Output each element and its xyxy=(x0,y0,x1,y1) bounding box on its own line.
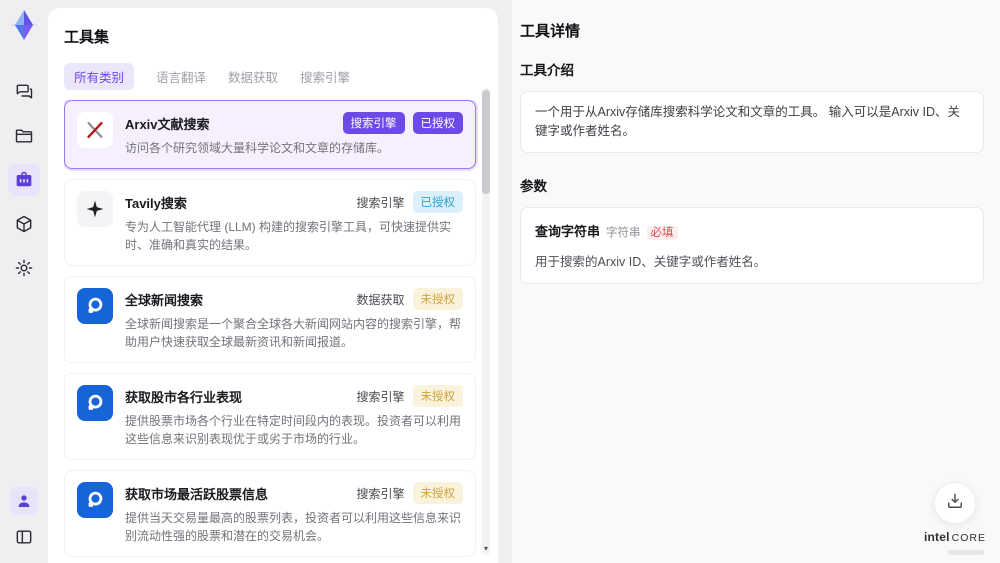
news-icon xyxy=(77,385,113,421)
brand-decoration xyxy=(948,550,984,555)
news-icon xyxy=(77,482,113,518)
tool-badges: 搜索引擎 已授权 xyxy=(356,191,463,213)
app-logo-icon xyxy=(7,8,41,42)
tool-description: 全球新闻搜索是一个聚合全球各大新闻网站内容的搜索引擎，帮助用户快速获取全球最新资… xyxy=(125,317,462,349)
download-button[interactable] xyxy=(933,482,976,524)
tool-auth-badge: 已授权 xyxy=(412,112,463,134)
tool-details-panel: 工具详情 工具介绍 一个用于从Arxiv存储库搜索科学论文和文章的工具。 输入可… xyxy=(512,0,1000,563)
sidebar xyxy=(0,0,48,563)
tool-card-body: 获取股市各行业表现 搜索引擎 未授权 提供股票市场各个行业在特定时间段内的表现。… xyxy=(125,385,463,448)
parameter-type: 字符串 xyxy=(606,226,641,239)
parameter-header: 查询字符串 字符串 必填 xyxy=(535,221,969,241)
tool-auth-badge: 未授权 xyxy=(412,288,463,310)
tool-card[interactable]: Tavily搜索 搜索引擎 已授权 专为人工智能代理 (LLM) 构建的搜索引擎… xyxy=(64,179,476,266)
sidebar-bottom xyxy=(10,487,38,549)
tool-name: Arxiv文献搜索 xyxy=(125,116,210,132)
tool-name: Tavily搜索 xyxy=(125,195,187,211)
cube-icon[interactable] xyxy=(8,208,40,240)
tool-card-body: 获取市场最活跃股票信息 搜索引擎 未授权 提供当天交易量最高的股票列表，投资者可… xyxy=(125,482,463,545)
tool-name: 全球新闻搜索 xyxy=(125,292,204,308)
tool-category-badge: 搜索引擎 xyxy=(356,389,405,404)
collapse-panel-icon[interactable] xyxy=(12,525,36,549)
tool-card-body: Arxiv文献搜索 搜索引擎 已授权 访问各个研究领域大量科学论文和文章的存储库… xyxy=(125,112,463,157)
news-icon xyxy=(77,288,113,324)
scrollbar-down-arrow[interactable]: ▾ xyxy=(482,545,490,553)
folder-icon[interactable] xyxy=(8,120,40,152)
arxiv-icon xyxy=(77,112,113,148)
tool-name: 获取市场最活跃股票信息 xyxy=(125,486,269,502)
parameter-required-badge: 必填 xyxy=(646,225,678,240)
tool-list: Arxiv文献搜索 搜索引擎 已授权 访问各个研究领域大量科学论文和文章的存储库… xyxy=(64,100,498,563)
tab-0[interactable]: 所有类别 xyxy=(64,63,135,90)
parameter-name: 查询字符串 xyxy=(535,223,601,239)
download-icon xyxy=(945,491,965,516)
tool-badges: 数据获取 未授权 xyxy=(356,288,463,310)
tab-1[interactable]: 语言翻译 xyxy=(156,67,206,86)
params-heading: 参数 xyxy=(520,178,547,194)
gear-icon[interactable] xyxy=(8,252,40,284)
tool-intro-card: 一个用于从Arxiv存储库搜索科学论文和文章的工具。 输入可以是Arxiv ID… xyxy=(520,91,984,153)
tool-description: 访问各个研究领域大量科学论文和文章的存储库。 xyxy=(125,141,390,155)
corner-widget: intel CORE xyxy=(924,482,986,555)
tab-2[interactable]: 数据获取 xyxy=(228,67,278,86)
tool-badges: 搜索引擎 未授权 xyxy=(356,385,463,407)
tool-badges: 搜索引擎 未授权 xyxy=(356,482,463,504)
category-tabs: 所有类别 语言翻译 数据获取 搜索引擎 xyxy=(64,63,498,90)
parameter-description: 用于搜索的Arxiv ID、关键字或作者姓名。 xyxy=(535,254,767,269)
user-avatar-icon[interactable] xyxy=(10,487,38,515)
tool-card[interactable]: 获取市场最活跃股票信息 搜索引擎 未授权 提供当天交易量最高的股票列表，投资者可… xyxy=(64,470,476,557)
tab-3[interactable]: 搜索引擎 xyxy=(300,67,350,86)
tool-category-badge: 搜索引擎 xyxy=(342,112,405,134)
tool-card[interactable]: 获取股市各行业表现 搜索引擎 未授权 提供股票市场各个行业在特定时间段内的表现。… xyxy=(64,373,476,460)
intro-heading: 工具介绍 xyxy=(520,63,574,78)
tool-description: 提供股票市场各个行业在特定时间段内的表现。投资者可以利用这些信息来识别表现优于或… xyxy=(125,414,462,446)
intel-core-logo: intel CORE xyxy=(923,530,986,544)
tool-category-badge: 搜索引擎 xyxy=(356,486,405,501)
tool-auth-badge: 已授权 xyxy=(412,191,463,213)
tool-auth-badge: 未授权 xyxy=(412,482,463,504)
list-scrollbar[interactable]: ▾ xyxy=(482,88,490,555)
tool-description: 专为人工智能代理 (LLM) 构建的搜索引擎工具，可快速提供实时、准确和真实的结… xyxy=(125,220,452,252)
tool-category-badge: 搜索引擎 xyxy=(356,195,405,210)
tool-badges: 搜索引擎 已授权 xyxy=(342,112,463,134)
tool-card[interactable]: 全球新闻搜索 数据获取 未授权 全球新闻搜索是一个聚合全球各大新闻网站内容的搜索… xyxy=(64,276,476,363)
toolset-panel: 工具集 所有类别 语言翻译 数据获取 搜索引擎 Arxiv文献搜索 搜索引擎 已授权 … xyxy=(48,8,498,563)
briefcase-icon[interactable] xyxy=(8,164,40,196)
chat-icon[interactable] xyxy=(8,76,40,108)
sidebar-nav xyxy=(8,76,40,284)
tavily-icon xyxy=(77,191,113,227)
tool-card-body: Tavily搜索 搜索引擎 已授权 专为人工智能代理 (LLM) 构建的搜索引擎… xyxy=(125,191,463,254)
panel-divider xyxy=(498,0,512,563)
page-title: 工具集 xyxy=(64,29,110,46)
tool-name: 获取股市各行业表现 xyxy=(125,389,243,405)
details-title: 工具详情 xyxy=(520,23,581,40)
scrollbar-thumb[interactable] xyxy=(482,90,490,194)
tool-description: 提供当天交易量最高的股票列表，投资者可以利用这些信息来识别流动性强的股票和潜在的… xyxy=(125,511,462,543)
tool-category-badge: 数据获取 xyxy=(356,292,405,307)
parameter-card: 查询字符串 字符串 必填 用于搜索的Arxiv ID、关键字或作者姓名。 xyxy=(520,206,984,284)
tool-auth-badge: 未授权 xyxy=(412,385,463,407)
tool-card[interactable]: Arxiv文献搜索 搜索引擎 已授权 访问各个研究领域大量科学论文和文章的存储库… xyxy=(64,100,476,169)
tool-card-body: 全球新闻搜索 数据获取 未授权 全球新闻搜索是一个聚合全球各大新闻网站内容的搜索… xyxy=(125,288,463,351)
